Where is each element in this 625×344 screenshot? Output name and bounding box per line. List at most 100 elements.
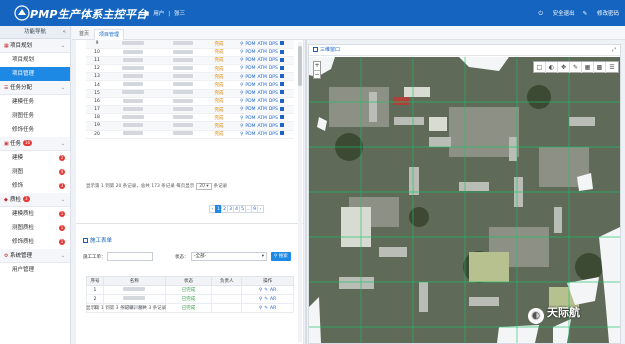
sidebar-item-modeling[interactable]: 建模 2 xyxy=(0,151,70,165)
grid-icon[interactable] xyxy=(279,41,284,46)
column-header[interactable]: 名称 xyxy=(102,276,166,286)
grid-icon[interactable] xyxy=(279,90,284,95)
grid-icon[interactable] xyxy=(279,57,284,62)
ar-link[interactable]: AR xyxy=(270,288,276,293)
search-icon[interactable]: ⚲ xyxy=(240,91,243,96)
dps-link[interactable]: DPS xyxy=(269,58,278,63)
atm-link[interactable]: ATM xyxy=(257,66,266,71)
edit-icon[interactable]: ✎ xyxy=(264,297,268,302)
dps-link[interactable]: DPS xyxy=(269,124,278,129)
column-header[interactable]: 状态 xyxy=(164,276,213,286)
edit-icon[interactable]: ✎ xyxy=(264,288,268,293)
pdm-link[interactable]: PDM xyxy=(245,83,255,88)
atm-link[interactable]: ATM xyxy=(257,132,266,137)
pdm-link[interactable]: PDM xyxy=(245,66,255,71)
search-icon[interactable]: ⚲ xyxy=(240,75,243,80)
pdm-link[interactable]: PDM xyxy=(245,58,255,63)
dps-link[interactable]: DPS xyxy=(269,66,278,71)
search-icon[interactable]: ⚲ xyxy=(240,116,243,121)
dps-link[interactable]: DPS xyxy=(269,75,278,80)
table-row[interactable]: 10 完成 ⚲ PDM ATM DPS xyxy=(86,48,294,57)
table-row[interactable]: 15 完成 ⚲ PDM ATM DPS xyxy=(86,89,294,98)
edit-icon[interactable]: ✎ xyxy=(264,306,268,311)
search-icon[interactable]: ⚲ xyxy=(240,66,243,71)
pdm-link[interactable]: PDM xyxy=(245,116,255,121)
search-icon[interactable]: ⚲ xyxy=(240,132,243,137)
sidebar-item-modeling-qc[interactable]: 建模质检 1 xyxy=(0,207,70,221)
search-icon[interactable]: ⚲ xyxy=(240,58,243,63)
sidebar-group-tasks[interactable]: ▣任务 16 ⌄ xyxy=(0,137,70,151)
left-scrollbar[interactable] xyxy=(298,42,302,342)
table-row[interactable]: 17 完成 ⚲ PDM ATM DPS xyxy=(86,105,294,115)
atm-link[interactable]: ATM xyxy=(257,116,266,121)
pdm-link[interactable]: PDM xyxy=(245,132,255,137)
ar-link[interactable]: AR xyxy=(270,306,276,311)
atm-link[interactable]: ATM xyxy=(257,50,266,55)
pdm-link[interactable]: PDM xyxy=(245,42,255,47)
dps-link[interactable]: DPS xyxy=(269,42,278,47)
dps-link[interactable]: DPS xyxy=(269,132,278,137)
search-icon[interactable]: ⚲ xyxy=(240,124,243,129)
grid-icon[interactable] xyxy=(279,115,284,120)
ar-link[interactable]: AR xyxy=(270,297,276,302)
zoom-out-button[interactable]: − xyxy=(314,70,320,78)
table-row[interactable]: 1 已完成 ⚲ ✎ AR xyxy=(86,285,294,295)
search-icon[interactable]: ⚲ xyxy=(259,306,262,311)
sidebar-group-planning[interactable]: ▦项目规划 ⌄ xyxy=(0,39,70,53)
search-button[interactable]: ⚲ 搜索 xyxy=(271,252,291,261)
table-row[interactable]: 18 完成 ⚲ PDM ATM DPS xyxy=(86,113,294,123)
atm-link[interactable]: ATM xyxy=(257,99,266,104)
search-icon[interactable]: ⚲ xyxy=(240,99,243,104)
atm-link[interactable]: ATM xyxy=(257,107,266,112)
tab-project-management[interactable]: 项目管理 xyxy=(94,29,125,40)
globe-icon[interactable]: ◐ xyxy=(546,62,558,73)
grid-icon[interactable] xyxy=(279,65,284,70)
column-header[interactable]: 负责人 xyxy=(211,276,243,286)
table-row[interactable]: 2 已完成 ⚲ ✎ AR xyxy=(86,294,294,304)
grid-icon[interactable] xyxy=(279,98,284,103)
table-row[interactable]: 9 完成 ⚲ PDM ATM DPS xyxy=(86,40,294,49)
3d-map-view[interactable]: + − □ ◐ ✥ ✎ ▦ ▩ ☰ xyxy=(309,57,620,343)
atm-link[interactable]: ATM xyxy=(257,83,266,88)
atm-link[interactable]: ATM xyxy=(257,124,266,129)
sidebar-group-system[interactable]: ⚙ 系统管理 ⌄ xyxy=(0,249,70,263)
grid-icon[interactable] xyxy=(279,74,284,79)
sidebar-item-project-management[interactable]: 项目管理 xyxy=(0,67,70,81)
grid-icon[interactable] xyxy=(279,106,284,111)
table-row[interactable]: 13 完成 ⚲ PDM ATM DPS xyxy=(86,72,294,82)
atm-link[interactable]: ATM xyxy=(257,91,266,96)
page-size-select[interactable]: 20 ▾ xyxy=(196,183,212,190)
pdm-link[interactable]: PDM xyxy=(245,99,255,104)
zoom-in-button[interactable]: + xyxy=(314,62,320,70)
search-icon[interactable]: ⚲ xyxy=(259,288,262,293)
table-row[interactable]: 14 完成 ⚲ PDM ATM DPS xyxy=(86,80,294,90)
pdm-link[interactable]: PDM xyxy=(245,50,255,55)
work-order-input[interactable] xyxy=(107,252,153,261)
pdm-link[interactable]: PDM xyxy=(245,91,255,96)
grid-icon[interactable] xyxy=(279,82,284,87)
sidebar-group-quality[interactable]: ◆ 质检 3 ⌄ xyxy=(0,193,70,207)
table-row[interactable]: 20 完成 ⚲ PDM ATM DPS xyxy=(86,130,294,139)
table-row[interactable]: 19 完成 ⚲ PDM ATM DPS xyxy=(86,121,294,131)
sidebar-item-user-management[interactable]: 用户管理 xyxy=(0,263,70,277)
column-header[interactable]: 操作 xyxy=(241,276,294,286)
expand-icon[interactable]: ⤢ xyxy=(612,45,616,56)
search-icon[interactable]: ⚲ xyxy=(240,42,243,47)
atm-link[interactable]: ATM xyxy=(257,42,266,47)
sidebar-item-modeling-task[interactable]: 建模任务 xyxy=(0,95,70,109)
sidebar-item-retouch[interactable]: 修饰 3 xyxy=(0,179,70,193)
pdm-link[interactable]: PDM xyxy=(245,124,255,129)
grid-icon[interactable] xyxy=(279,49,284,54)
safe-exit-link[interactable]: ⏻ 安全退出 xyxy=(539,11,575,17)
atm-link[interactable]: ATM xyxy=(257,75,266,80)
atm-link[interactable]: ATM xyxy=(257,58,266,63)
grid-icon[interactable] xyxy=(279,123,284,128)
move-icon[interactable]: ✥ xyxy=(558,62,570,73)
sidebar-item-retouch-qc[interactable]: 修饰质检 1 xyxy=(0,235,70,249)
status-select[interactable]: -全部- ▾ xyxy=(191,252,267,261)
table-row[interactable]: 16 完成 ⚲ PDM ATM DPS xyxy=(86,97,294,107)
column-header[interactable]: 序号 xyxy=(86,276,104,286)
measure-icon[interactable]: ▦ xyxy=(582,62,594,73)
scrollbar-thumb[interactable] xyxy=(298,46,302,86)
search-icon[interactable]: ⚲ xyxy=(240,83,243,88)
